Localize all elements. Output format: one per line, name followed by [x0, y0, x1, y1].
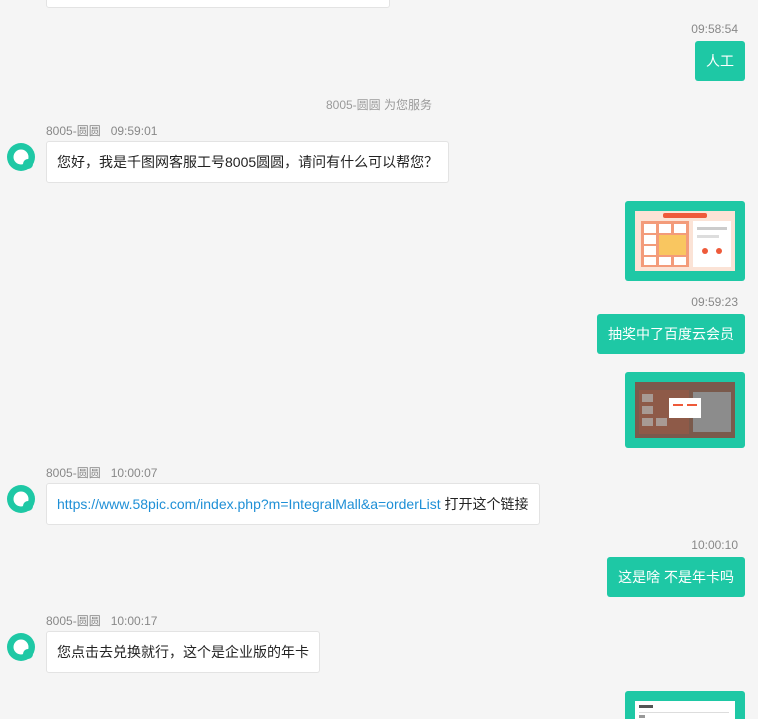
agent-avatar-icon: [7, 143, 35, 171]
system-note: 8005-圆圆 为您服务: [325, 98, 433, 112]
user-message-bubble: 人工: [695, 41, 745, 81]
user-message-bubble: 这是啥 不是年卡吗: [607, 557, 745, 597]
image-message[interactable]: [625, 691, 745, 719]
sender-name: 8005-圆圆: [46, 614, 101, 628]
agent-avatar-icon: [7, 485, 35, 513]
order-list-link[interactable]: https://www.58pic.com/index.php?m=Integr…: [57, 496, 441, 512]
order-list-screenshot: [635, 701, 735, 719]
agent-message-bubble: https://www.58pic.com/index.php?m=Integr…: [46, 483, 540, 525]
sender-name: 8005-圆圆: [46, 466, 101, 480]
agent-message-bubble: 您点击去兑换就行，这个是企业版的年卡: [46, 631, 320, 673]
agent-message-bubble: 您好，我是千图网客服工号8005圆圆，请问有什么可以帮您？: [46, 141, 450, 183]
message-time: 09:59:01: [110, 124, 158, 138]
sender-meta: 8005-圆圆 09:59:01: [46, 122, 157, 139]
image-message[interactable]: [625, 372, 745, 448]
agent-avatar-icon: [7, 633, 35, 661]
prize-popup-screenshot: [635, 382, 735, 438]
message-time: 09:58:54: [691, 22, 738, 36]
message-time: 10:00:07: [110, 466, 158, 480]
sender-meta: 8005-圆圆 10:00:17: [46, 612, 157, 629]
message-time: 09:59:23: [691, 295, 738, 309]
message-bubble-clipped: [46, 0, 390, 8]
sender-meta: 8005-圆圆 10:00:07: [46, 464, 157, 481]
message-time: 10:00:10: [691, 538, 738, 552]
prize-wheel-screenshot: [635, 211, 735, 271]
user-message-bubble: 抽奖中了百度云会员: [597, 314, 745, 354]
message-time: 10:00:17: [110, 614, 158, 628]
message-text: 打开这个链接: [440, 496, 529, 512]
sender-name: 8005-圆圆: [46, 124, 101, 138]
image-message[interactable]: [625, 201, 745, 281]
